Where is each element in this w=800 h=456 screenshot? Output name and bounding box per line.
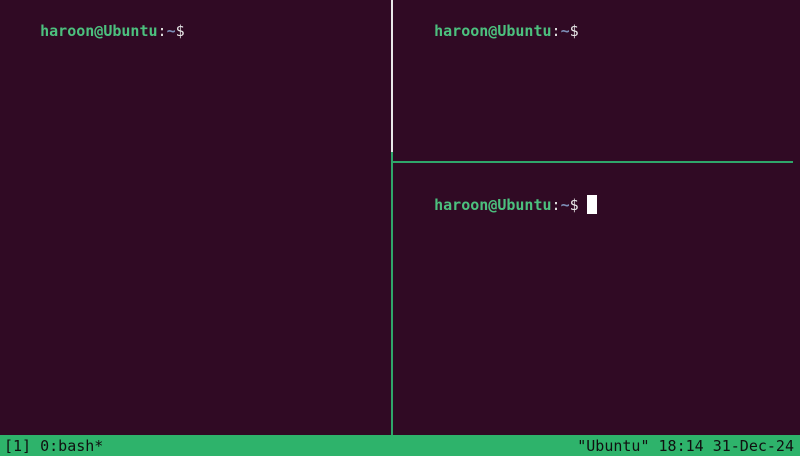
prompt-symbol: $ (569, 196, 579, 214)
prompt-user-host: haroon@Ubuntu (40, 22, 158, 40)
terminal-pane-bottom-right-active[interactable]: haroon@Ubuntu:~$ (394, 174, 800, 435)
session-index: [1] (4, 436, 32, 455)
status-left: [1] 0:bash* (4, 436, 103, 456)
tmux-status-bar: [1] 0:bash* "Ubuntu" 18:14 31-Dec-24 (0, 435, 800, 456)
terminal-pane-left[interactable]: haroon@Ubuntu:~$ (0, 0, 391, 435)
prompt-separator: : (551, 22, 561, 40)
prompt-separator: : (551, 196, 561, 214)
prompt-separator: : (157, 22, 167, 40)
prompt-user-host: haroon@Ubuntu (434, 22, 552, 40)
terminal-pane-top-right[interactable]: haroon@Ubuntu:~$ (394, 0, 800, 161)
status-right: "Ubuntu" 18:14 31-Dec-24 (577, 436, 794, 456)
prompt-path: ~ (166, 22, 176, 40)
pane-divider-vertical-active[interactable] (391, 152, 393, 435)
pane-divider-horizontal-active[interactable] (393, 161, 793, 163)
prompt-user-host: haroon@Ubuntu (434, 196, 552, 214)
pane-divider-vertical-inactive[interactable] (391, 0, 393, 152)
status-hostname: "Ubuntu" (577, 436, 650, 455)
status-date: 31-Dec-24 (712, 436, 794, 455)
status-time: 18:14 (658, 436, 704, 455)
text-cursor (586, 195, 597, 214)
prompt-symbol: $ (569, 22, 579, 40)
prompt-path: ~ (560, 196, 570, 214)
prompt-path: ~ (560, 22, 570, 40)
tmux-terminal-window: haroon@Ubuntu:~$ haroon@Ubuntu:~$ haroon… (0, 0, 800, 456)
prompt-symbol: $ (175, 22, 185, 40)
window-tab-bash[interactable]: 0:bash* (40, 437, 103, 455)
